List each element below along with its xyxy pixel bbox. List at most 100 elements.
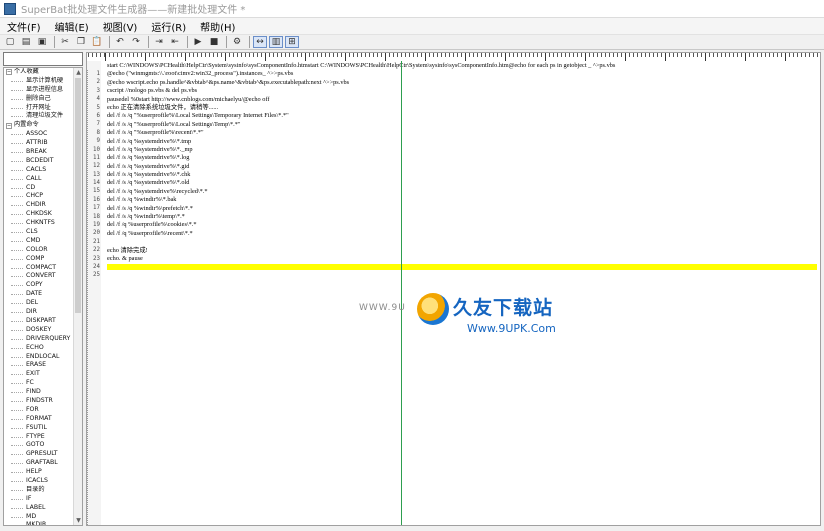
tree-item[interactable]: ATTRIB xyxy=(4,139,74,148)
code-line[interactable]: del /f /s /q %windir%\*.bak xyxy=(107,196,817,204)
code-line[interactable]: del /f /q %userprofile%\cookies\*.* xyxy=(107,221,817,229)
code-line[interactable] xyxy=(107,263,817,271)
tree-item[interactable]: CALL xyxy=(4,175,74,184)
scroll-thumb[interactable] xyxy=(75,78,81,313)
tree-item[interactable]: BREAK xyxy=(4,148,74,157)
save-icon[interactable]: ▣ xyxy=(35,36,49,48)
tree-item[interactable]: LABEL xyxy=(4,504,74,513)
open-folder-icon[interactable]: ▤ xyxy=(19,36,33,48)
code-line[interactable]: del /f /s /q %systemdrive%\*.gid xyxy=(107,163,817,171)
code-line[interactable]: del /f /s /q "%userprofile%\Local Settin… xyxy=(107,121,817,129)
tree-item[interactable]: FINDSTR xyxy=(4,397,74,406)
tree-item[interactable]: 显示进程信息 xyxy=(4,86,74,95)
tree-item[interactable]: FSUTIL xyxy=(4,424,74,433)
tree-item[interactable]: DEL xyxy=(4,299,74,308)
tree-item[interactable]: GPRESULT xyxy=(4,450,74,459)
tree-item[interactable]: 显示计算机硬 xyxy=(4,77,74,86)
cut-icon[interactable]: ✂ xyxy=(58,36,72,48)
code-line[interactable]: del /f /s /q %windir%\temp\*.* xyxy=(107,213,817,221)
code-line[interactable]: @echo wscript.echo ps.handle^&vbtab^&ps.… xyxy=(107,79,817,87)
tree-item[interactable]: DRIVERQUERY xyxy=(4,335,74,344)
code-line[interactable]: del /f /s /q %systemdrive%\*.chk xyxy=(107,171,817,179)
code-line[interactable]: del /f /s /q %systemdrive%\*.tmp xyxy=(107,138,817,146)
view-panel-icon[interactable]: ▥ xyxy=(269,36,283,48)
tree-item[interactable]: COMP xyxy=(4,255,74,264)
tree-item[interactable]: CHKDSK xyxy=(4,210,74,219)
code-line[interactable]: echo. & pause xyxy=(107,255,817,263)
tree-item[interactable]: EXIT xyxy=(4,370,74,379)
undo-icon[interactable]: ↶ xyxy=(113,36,127,48)
menu-help[interactable]: 帮助(H) xyxy=(193,19,242,34)
code-line[interactable]: @echo ("winmgmts:\\.\root\cimv2:win32_pr… xyxy=(107,70,817,78)
tree-item[interactable]: DIR xyxy=(4,308,74,317)
tree-item[interactable]: CHCP xyxy=(4,192,74,201)
indent-icon[interactable]: ⇥ xyxy=(152,36,166,48)
code-line[interactable]: del /f /s /q "%userprofile%\Local Settin… xyxy=(107,112,817,120)
tree-item[interactable]: CHDIR xyxy=(4,201,74,210)
redo-icon[interactable]: ↷ xyxy=(129,36,143,48)
tree-item[interactable]: HELP xyxy=(4,468,74,477)
tree-item[interactable]: ICACLS xyxy=(4,477,74,486)
scroll-up-icon[interactable]: ▲ xyxy=(74,68,82,77)
tree-item[interactable]: FC xyxy=(4,379,74,388)
tree-item[interactable]: FTYPE xyxy=(4,433,74,442)
tree-item[interactable]: DOSKEY xyxy=(4,326,74,335)
code-editor[interactable]: 1 2 3 4 5 6 7 8 9 10 11 12 13 14 15 16 17 18 19 20 21 22 23 24 2… xyxy=(86,52,821,526)
tree-item[interactable]: BCDEDIT xyxy=(4,157,74,166)
tree-item[interactable]: GRAFTABL xyxy=(4,459,74,468)
tree-item[interactable]: CACLS xyxy=(4,166,74,175)
tree-group[interactable]: − 内置命令 xyxy=(4,121,74,130)
code-text-area[interactable]: start C:\WINDOWS\PCHealth\HelpCtr\System… xyxy=(107,62,817,272)
code-line[interactable]: del /f /s /q %systemdrive%\recycled\*.* xyxy=(107,188,817,196)
collapse-icon[interactable]: − xyxy=(6,69,12,76)
code-line[interactable]: echo 清除完成! xyxy=(107,247,817,255)
collapse-icon[interactable]: − xyxy=(6,122,12,129)
tree-item[interactable]: CHKNTFS xyxy=(4,219,74,228)
tree-item[interactable]: ECHO xyxy=(4,344,74,353)
code-line[interactable]: del /f /s /q %windir%\prefetch\*.* xyxy=(107,205,817,213)
tree-item[interactable]: FOR xyxy=(4,406,74,415)
paste-icon[interactable]: 📋 xyxy=(90,36,104,48)
tree-item[interactable]: IF xyxy=(4,495,74,504)
code-line[interactable]: pausedel %0start http://www.cnblogs.com/… xyxy=(107,96,817,104)
code-line[interactable]: del /f /s /q "%userprofile%\recent\*.*" xyxy=(107,129,817,137)
stop-icon[interactable]: ■ xyxy=(207,36,221,48)
tree-item[interactable]: DATE xyxy=(4,290,74,299)
menu-file[interactable]: 文件(F) xyxy=(0,19,48,34)
run-icon[interactable]: ▶ xyxy=(191,36,205,48)
tree-item[interactable]: DISKPART xyxy=(4,317,74,326)
code-line[interactable]: del /f /q %userprofile%\recent\*.* xyxy=(107,230,817,238)
tree-item[interactable]: ASSOC xyxy=(4,130,74,139)
tree-item[interactable]: MD xyxy=(4,513,74,522)
tree-item[interactable]: COPY xyxy=(4,281,74,290)
tree-item[interactable]: ERASE xyxy=(4,361,74,370)
code-line[interactable]: del /f /s /q %systemdrive%\*._mp xyxy=(107,146,817,154)
tree-item[interactable]: FIND xyxy=(4,388,74,397)
tree-item[interactable]: CONVERT xyxy=(4,272,74,281)
code-line[interactable]: del /f /s /q %systemdrive%\*.old xyxy=(107,179,817,187)
view-split-icon[interactable]: ↔ xyxy=(253,36,267,48)
tree-item[interactable]: 目录的 xyxy=(4,486,74,495)
menu-run[interactable]: 运行(R) xyxy=(144,19,193,34)
code-line[interactable] xyxy=(107,238,817,246)
menu-edit[interactable]: 编辑(E) xyxy=(48,19,96,34)
new-file-icon[interactable]: ▢ xyxy=(3,36,17,48)
search-input[interactable] xyxy=(3,52,83,66)
tree-item[interactable]: FORMAT xyxy=(4,415,74,424)
tree-scrollbar[interactable]: ▲ ▼ xyxy=(73,68,82,525)
tree-item[interactable]: 清理垃圾文件 xyxy=(4,112,74,121)
tree-item[interactable]: CD xyxy=(4,184,74,193)
tree-item[interactable]: CMD xyxy=(4,237,74,246)
code-line[interactable]: del /f /s /q %systemdrive%\*.log xyxy=(107,154,817,162)
tree-group[interactable]: − 个人收藏 xyxy=(4,68,74,77)
menu-view[interactable]: 视图(V) xyxy=(96,19,145,34)
tree-item[interactable]: GOTO xyxy=(4,441,74,450)
scroll-down-icon[interactable]: ▼ xyxy=(74,516,82,525)
build-icon[interactable]: ⚙ xyxy=(230,36,244,48)
outdent-icon[interactable]: ⇤ xyxy=(168,36,182,48)
tree-item[interactable]: COLOR xyxy=(4,246,74,255)
copy-icon[interactable]: ❐ xyxy=(74,36,88,48)
tree-item[interactable]: 删除自己 xyxy=(4,95,74,104)
tree-item[interactable]: CLS xyxy=(4,228,74,237)
code-line[interactable]: cscript //nologo ps.vbs & del ps.vbs xyxy=(107,87,817,95)
